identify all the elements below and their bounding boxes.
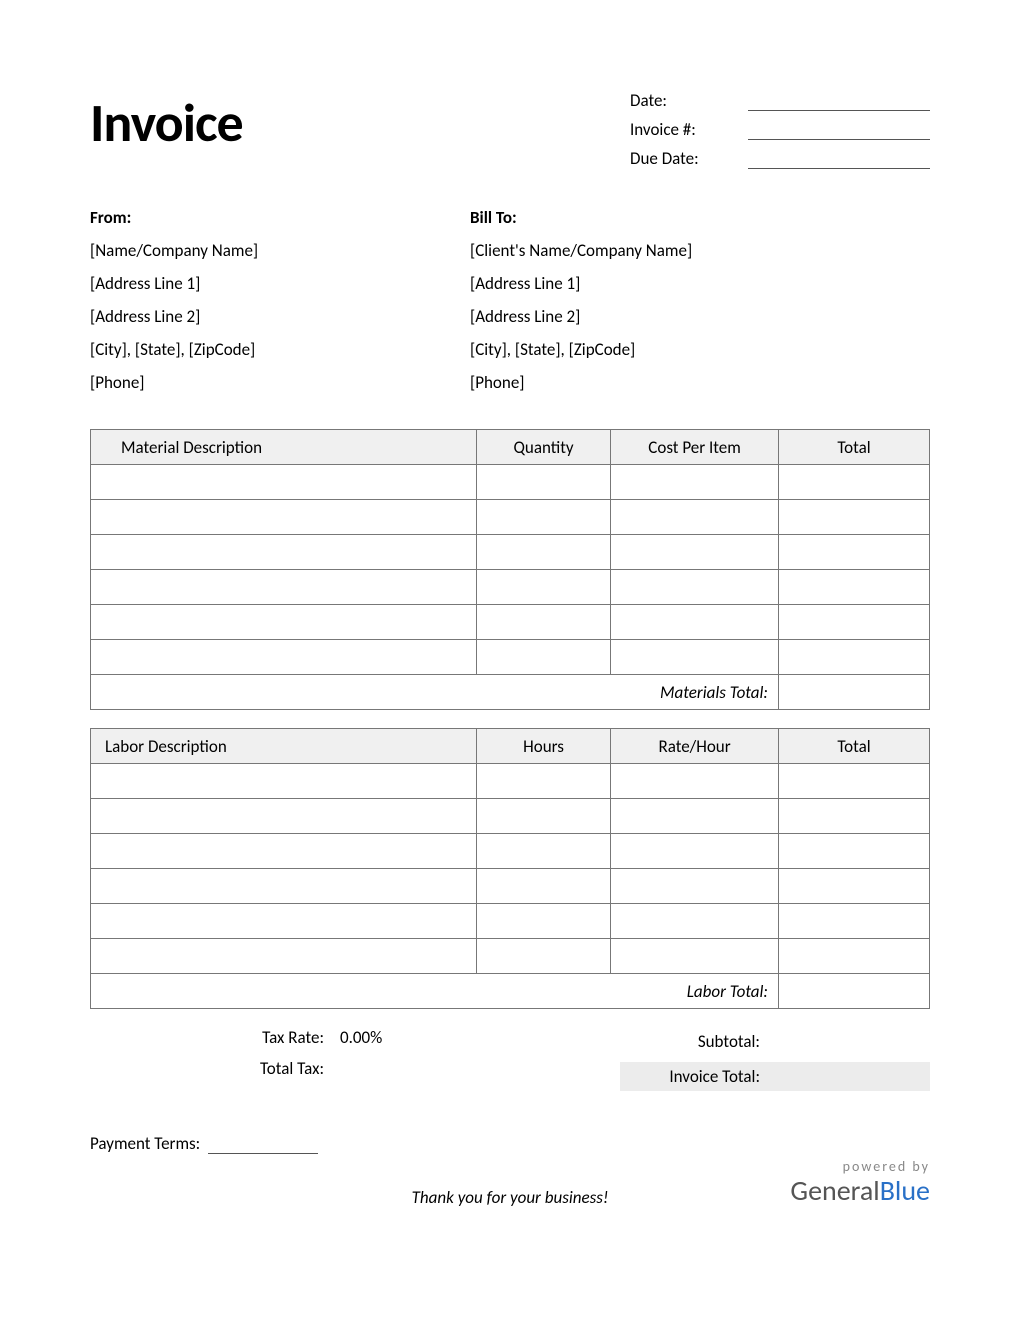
materials-subtotal-label: Materials Total: <box>91 675 779 710</box>
materials-qty-header: Quantity <box>476 430 610 465</box>
payment-terms-input-line[interactable] <box>208 1134 318 1154</box>
labor-row[interactable] <box>91 869 930 904</box>
labor-row[interactable] <box>91 939 930 974</box>
materials-total-header: Total <box>778 430 929 465</box>
meta-due-date-row: Due Date: <box>630 148 930 169</box>
date-input-line[interactable] <box>748 91 930 111</box>
materials-header-row: Material Description Quantity Cost Per I… <box>91 430 930 465</box>
meta-date-row: Date: <box>630 90 930 111</box>
labor-total-header: Total <box>778 729 929 764</box>
billto-block: Bill To: [Client's Name/Company Name] [A… <box>470 207 850 405</box>
materials-subtotal-row: Materials Total: <box>91 675 930 710</box>
labor-header-row: Labor Description Hours Rate/Hour Total <box>91 729 930 764</box>
from-address1: [Address Line 1] <box>90 273 470 294</box>
total-tax-row: Total Tax: <box>90 1058 470 1079</box>
footer-row: Thank you for your business! powered by … <box>90 1158 930 1208</box>
invoice-total-row: Invoice Total: <box>620 1062 930 1091</box>
subtotal-row: Subtotal: <box>620 1027 930 1056</box>
materials-row[interactable] <box>91 605 930 640</box>
logo-general-text: General <box>790 1173 879 1208</box>
invoice-total-label: Invoice Total: <box>630 1066 760 1087</box>
labor-row[interactable] <box>91 834 930 869</box>
totals-area: Tax Rate: 0.00% Total Tax: Subtotal: Inv… <box>90 1027 930 1097</box>
labor-subtotal-value <box>778 974 929 1009</box>
from-block: From: [Name/Company Name] [Address Line … <box>90 207 470 405</box>
header-row: Invoice Date: Invoice #: Due Date: <box>90 90 930 177</box>
billto-address2: [Address Line 2] <box>470 306 850 327</box>
from-city-state-zip: [City], [State], [ZipCode] <box>90 339 470 360</box>
logo-blue-text: Blue <box>880 1173 930 1208</box>
materials-desc-header: Material Description <box>91 430 477 465</box>
from-heading: From: <box>90 207 470 228</box>
materials-cost-header: Cost Per Item <box>611 430 779 465</box>
labor-rate-header: Rate/Hour <box>611 729 779 764</box>
addresses-row: From: [Name/Company Name] [Address Line … <box>90 207 930 405</box>
subtotal-label: Subtotal: <box>630 1031 760 1052</box>
materials-table: Material Description Quantity Cost Per I… <box>90 429 930 710</box>
materials-row[interactable] <box>91 465 930 500</box>
materials-row[interactable] <box>91 570 930 605</box>
invoice-title: Invoice <box>90 90 243 156</box>
powered-by-block: powered by GeneralBlue <box>710 1158 930 1208</box>
labor-subtotal-row: Labor Total: <box>91 974 930 1009</box>
meta-fields: Date: Invoice #: Due Date: <box>630 90 930 177</box>
labor-subtotal-label: Labor Total: <box>91 974 779 1009</box>
materials-row[interactable] <box>91 535 930 570</box>
summary-block: Subtotal: Invoice Total: <box>620 1027 930 1097</box>
billto-name: [Client's Name/Company Name] <box>470 240 850 261</box>
date-label: Date: <box>630 90 740 111</box>
from-name: [Name/Company Name] <box>90 240 470 261</box>
materials-row[interactable] <box>91 500 930 535</box>
tax-block: Tax Rate: 0.00% Total Tax: <box>90 1027 470 1097</box>
due-date-input-line[interactable] <box>748 149 930 169</box>
labor-table: Labor Description Hours Rate/Hour Total … <box>90 728 930 1009</box>
invoice-num-label: Invoice #: <box>630 119 740 140</box>
from-address2: [Address Line 2] <box>90 306 470 327</box>
generalblue-logo: GeneralBlue <box>710 1173 930 1208</box>
payment-terms-label: Payment Terms: <box>90 1133 200 1154</box>
billto-city-state-zip: [City], [State], [ZipCode] <box>470 339 850 360</box>
labor-row[interactable] <box>91 904 930 939</box>
thank-you-message: Thank you for your business! <box>310 1169 710 1208</box>
labor-desc-header: Labor Description <box>91 729 477 764</box>
due-date-label: Due Date: <box>630 148 740 169</box>
tax-rate-row: Tax Rate: 0.00% <box>90 1027 470 1048</box>
materials-row[interactable] <box>91 640 930 675</box>
invoice-num-input-line[interactable] <box>748 120 930 140</box>
billto-phone: [Phone] <box>470 372 850 393</box>
from-phone: [Phone] <box>90 372 470 393</box>
billto-address1: [Address Line 1] <box>470 273 850 294</box>
materials-subtotal-value <box>778 675 929 710</box>
billto-heading: Bill To: <box>470 207 850 228</box>
total-tax-label: Total Tax: <box>90 1058 340 1079</box>
labor-hours-header: Hours <box>476 729 610 764</box>
tax-rate-value: 0.00% <box>340 1027 430 1048</box>
labor-row[interactable] <box>91 799 930 834</box>
payment-terms-row: Payment Terms: <box>90 1133 930 1154</box>
meta-invoice-num-row: Invoice #: <box>630 119 930 140</box>
labor-row[interactable] <box>91 764 930 799</box>
tax-rate-label: Tax Rate: <box>90 1027 340 1048</box>
